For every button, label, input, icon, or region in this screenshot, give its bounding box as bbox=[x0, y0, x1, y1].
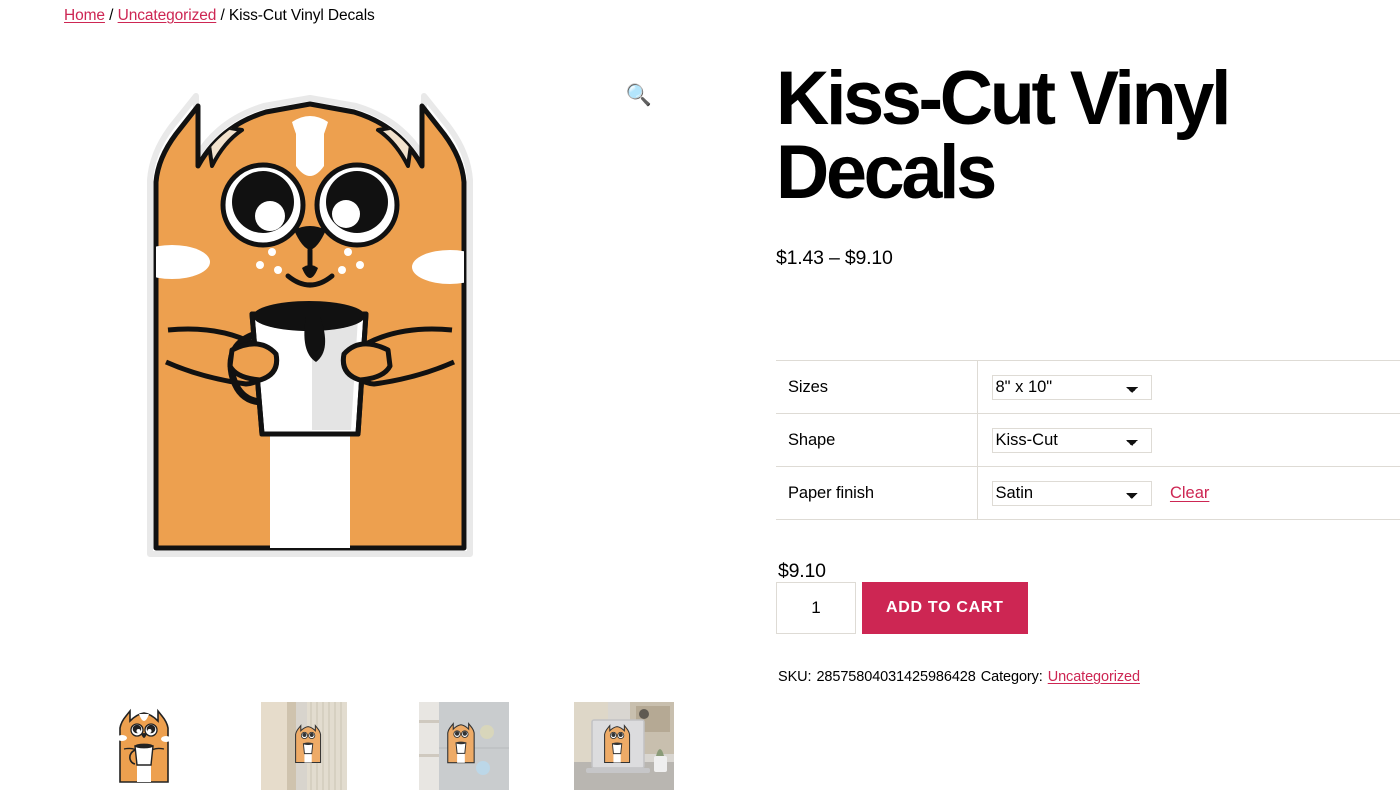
variation-label-shape: Shape bbox=[776, 413, 978, 467]
breadcrumb-current: Kiss-Cut Vinyl Decals bbox=[228, 7, 375, 24]
thumbnail-item[interactable] bbox=[544, 700, 704, 792]
variation-value-paper-finish: Satin Clear bbox=[977, 467, 1400, 520]
magnifier-icon[interactable]: 🔍 bbox=[625, 82, 653, 110]
product-meta: SKU: 28575804031425986428 Category: Uncateg… bbox=[778, 669, 1140, 685]
breadcrumb: Home / Uncategorized / Kiss-Cut Vinyl De… bbox=[64, 7, 375, 25]
breadcrumb-separator-1: / bbox=[109, 7, 114, 24]
breadcrumb-separator-2: / bbox=[220, 7, 225, 24]
table-row: Paper finish Satin Clear bbox=[776, 466, 1400, 520]
variations-table: Sizes 8" x 10" Shape Kiss-Cut Paper fini… bbox=[776, 360, 1400, 520]
main-product-image[interactable] bbox=[120, 62, 500, 557]
page-title: Kiss-Cut Vinyl Decals bbox=[776, 56, 1232, 216]
price-range: $1.43 – $9.10 bbox=[776, 246, 893, 269]
table-row: Sizes 8" x 10" bbox=[776, 360, 1400, 414]
category-label: Category: bbox=[980, 669, 1043, 685]
variation-label-sizes: Sizes bbox=[776, 360, 978, 414]
sku-label: SKU: bbox=[778, 669, 812, 685]
variation-value-shape: Kiss-Cut bbox=[977, 414, 1400, 467]
table-row: Shape Kiss-Cut bbox=[776, 413, 1400, 467]
thumbnail-item[interactable] bbox=[224, 700, 384, 792]
quantity-input[interactable] bbox=[776, 582, 856, 634]
selected-variation-price: $9.10 bbox=[778, 560, 826, 582]
add-to-cart-form: ADD TO CART bbox=[776, 582, 1028, 634]
thumbnail-strip bbox=[64, 700, 704, 792]
thumbnail-item[interactable] bbox=[384, 700, 544, 792]
product-summary: Kiss-Cut Vinyl Decals $1.43 – $9.10 bbox=[776, 56, 1400, 270]
variation-value-sizes: 8" x 10" bbox=[977, 361, 1400, 414]
category-link[interactable]: Uncategorized bbox=[1048, 669, 1140, 685]
add-to-cart-button[interactable]: ADD TO CART bbox=[862, 582, 1028, 634]
breadcrumb-link-home[interactable]: Home bbox=[64, 7, 105, 24]
paper-finish-select[interactable]: Satin bbox=[991, 480, 1152, 506]
shape-select[interactable]: Kiss-Cut bbox=[991, 427, 1152, 453]
variation-label-paper-finish: Paper finish bbox=[776, 466, 978, 520]
sizes-select[interactable]: 8" x 10" bbox=[991, 374, 1152, 400]
sku-value: 28575804031425986428 bbox=[816, 669, 976, 685]
thumbnail-item[interactable] bbox=[64, 700, 224, 792]
breadcrumb-link-category[interactable]: Uncategorized bbox=[118, 7, 217, 24]
clear-variations-link[interactable]: Clear bbox=[1170, 484, 1209, 502]
